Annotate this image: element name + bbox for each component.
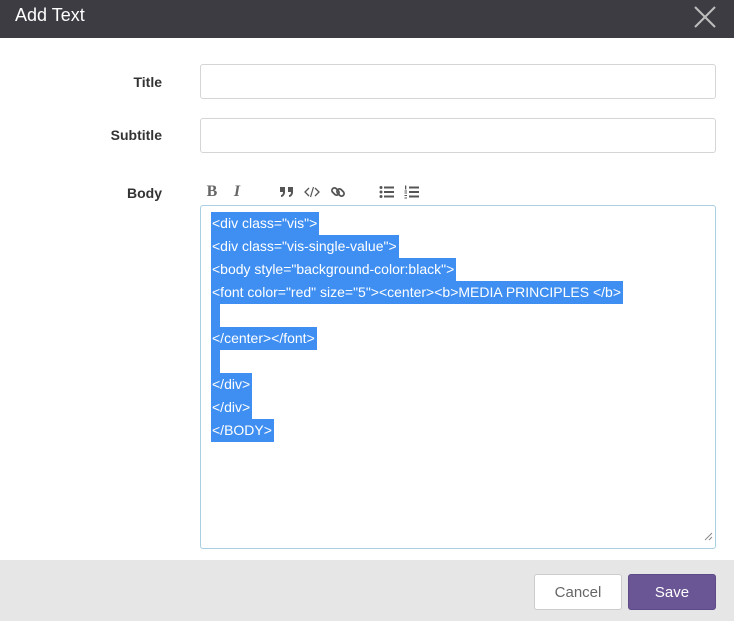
- numbered-list-icon[interactable]: [404, 182, 420, 202]
- dialog-footer: Cancel Save: [0, 560, 734, 621]
- body-line-text: </BODY>: [211, 419, 274, 442]
- title-input[interactable]: [200, 64, 716, 99]
- cancel-button[interactable]: Cancel: [534, 574, 622, 610]
- body-line-text: <div class="vis-single-value">: [211, 235, 399, 258]
- body-line: </BODY>: [211, 419, 623, 442]
- body-line: [211, 350, 623, 373]
- subtitle-label: Subtitle: [110, 127, 162, 143]
- subtitle-input[interactable]: [200, 118, 716, 153]
- body-line-text: <body style="background-color:black">: [211, 258, 457, 281]
- body-content: <div class="vis"> <div class="vis-single…: [211, 212, 623, 442]
- body-label: Body: [127, 185, 162, 201]
- body-line-text: </div>: [211, 373, 253, 396]
- body-line-text: </center></font>: [211, 327, 317, 350]
- body-line: <font color="red" size="5"><center><b>ME…: [211, 281, 623, 304]
- bold-button[interactable]: B: [205, 182, 219, 202]
- body-textarea[interactable]: <div class="vis"> <div class="vis-single…: [200, 205, 716, 549]
- body-line: <div class="vis">: [211, 212, 623, 235]
- add-text-dialog: Add Text Title Subtitle Body B I <div cl…: [0, 0, 734, 621]
- body-line-text: [211, 350, 220, 373]
- body-line: </div>: [211, 373, 623, 396]
- dialog-title: Add Text: [15, 5, 85, 25]
- body-line: <div class="vis-single-value">: [211, 235, 623, 258]
- body-line-text: [211, 304, 220, 327]
- body-line-text: <div class="vis">: [211, 212, 320, 235]
- close-icon[interactable]: [690, 2, 720, 32]
- quote-icon[interactable]: [279, 182, 295, 202]
- title-label: Title: [133, 74, 162, 90]
- save-button[interactable]: Save: [628, 574, 716, 610]
- body-line: </center></font>: [211, 327, 623, 350]
- body-line-text: <font color="red" size="5"><center><b>ME…: [211, 281, 623, 304]
- resize-handle-icon[interactable]: [704, 528, 713, 546]
- body-line: </div>: [211, 396, 623, 419]
- link-icon[interactable]: [330, 182, 346, 202]
- body-line: <body style="background-color:black">: [211, 258, 623, 281]
- bullet-list-icon[interactable]: [379, 182, 395, 202]
- italic-button[interactable]: I: [231, 182, 243, 202]
- dialog-titlebar: Add Text: [0, 0, 734, 38]
- body-line: [211, 304, 623, 327]
- code-icon[interactable]: [304, 182, 320, 202]
- body-line-text: </div>: [211, 396, 253, 419]
